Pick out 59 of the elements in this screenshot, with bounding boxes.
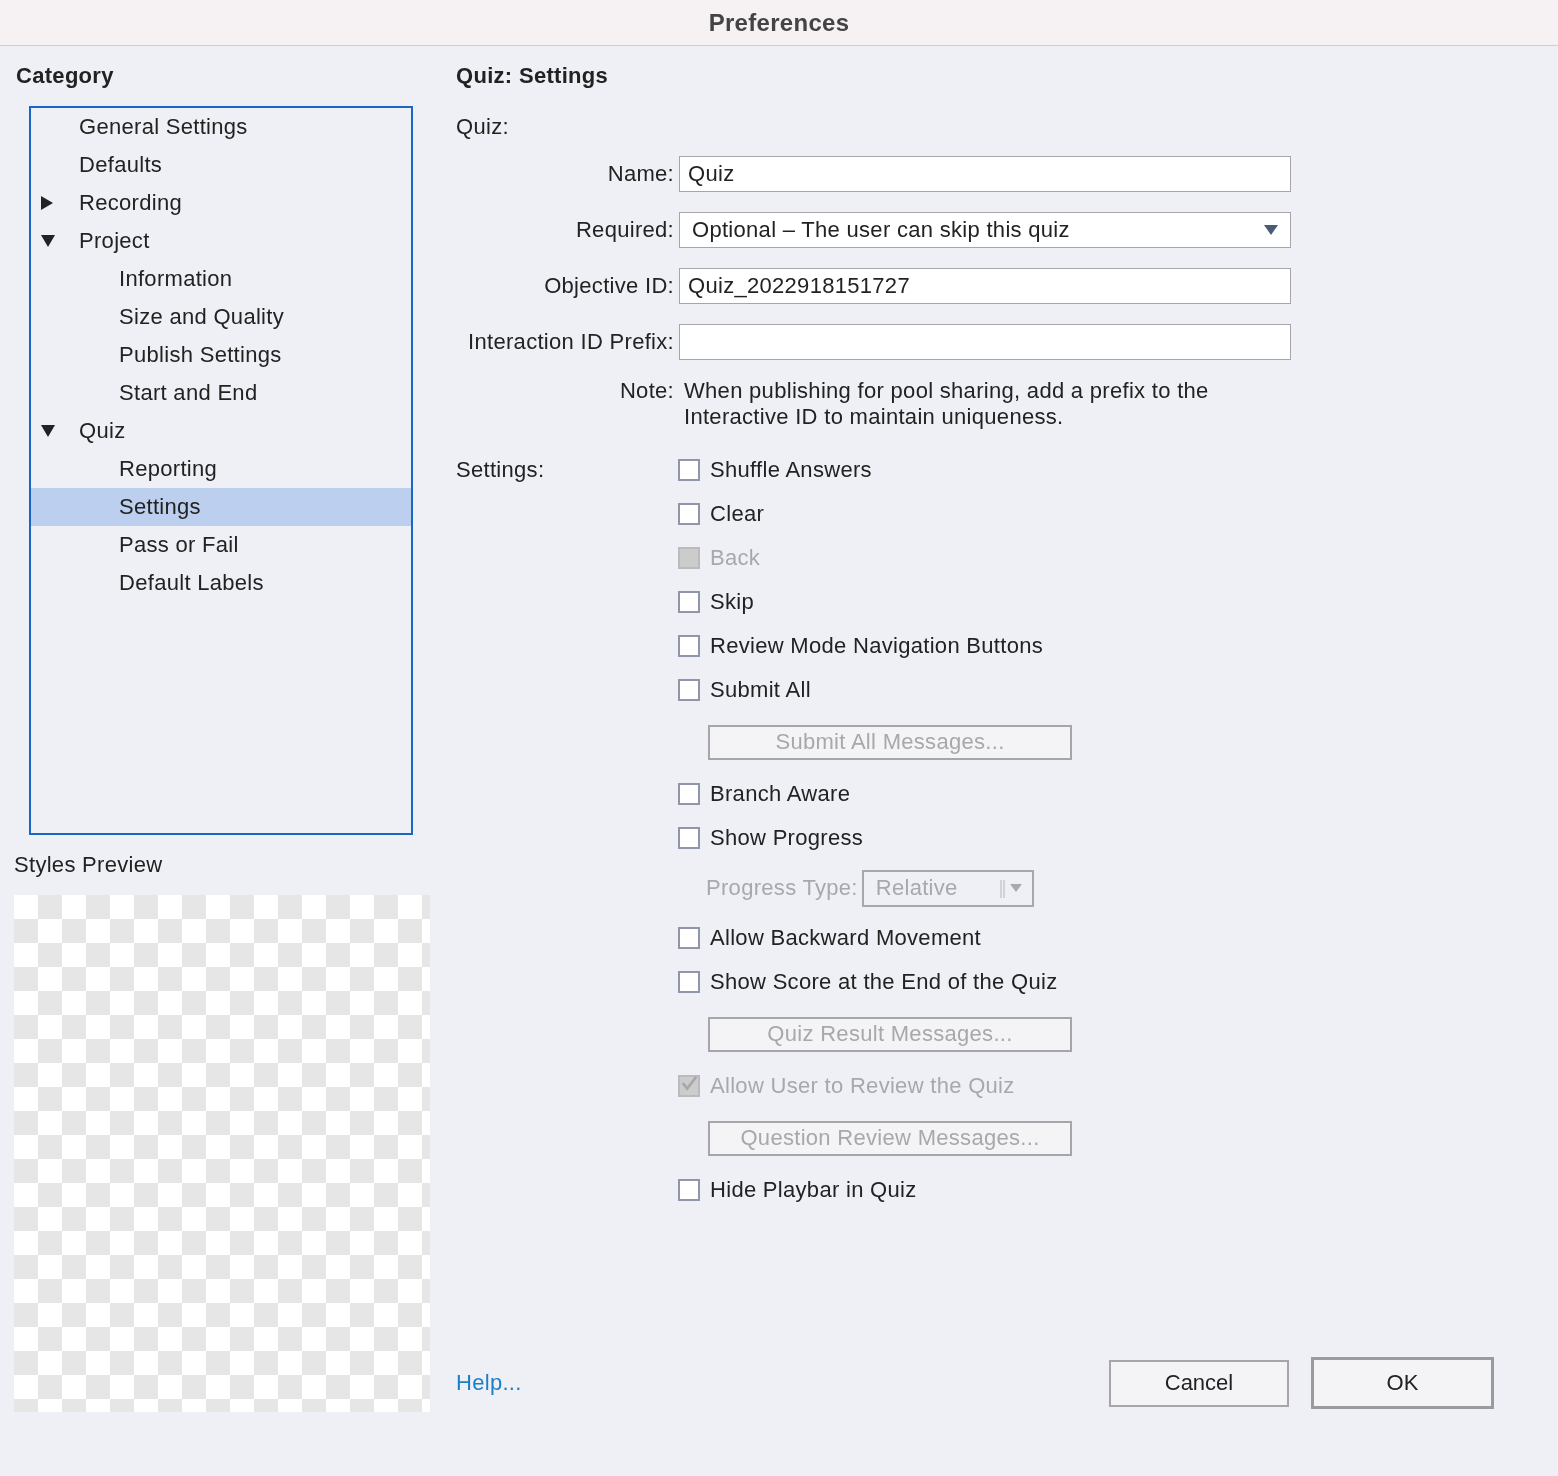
tree-item[interactable]: Quiz bbox=[31, 412, 411, 450]
tree-item[interactable]: Default Labels bbox=[31, 564, 411, 602]
field-label: Name: bbox=[606, 161, 674, 187]
tree-item[interactable]: Pass or Fail bbox=[31, 526, 411, 564]
checkbox[interactable] bbox=[678, 827, 700, 849]
checkbox-label: Allow Backward Movement bbox=[710, 925, 981, 951]
checkbox-label: Show Score at the End of the Quiz bbox=[710, 969, 1058, 995]
field-label: Interaction ID Prefix: bbox=[467, 329, 674, 355]
checkbox[interactable] bbox=[678, 971, 700, 993]
tree-item[interactable]: Information bbox=[31, 260, 411, 298]
checkbox-label: Shuffle Answers bbox=[710, 457, 872, 483]
window-title: Preferences bbox=[708, 8, 850, 37]
tree-item[interactable]: Start and End bbox=[31, 374, 411, 412]
preview-label: Styles Preview bbox=[14, 851, 164, 879]
checkbox[interactable] bbox=[678, 1179, 700, 1201]
tree-item[interactable]: Project bbox=[31, 222, 411, 260]
text-field[interactable]: Quiz bbox=[679, 156, 1291, 192]
tree-item[interactable]: Settings bbox=[31, 488, 411, 526]
ok-button[interactable]: OK bbox=[1311, 1357, 1494, 1409]
checkbox[interactable] bbox=[678, 459, 700, 481]
checkbox[interactable] bbox=[678, 679, 700, 701]
text-field[interactable]: Quiz_2022918151727 bbox=[679, 268, 1291, 304]
required-dropdown[interactable]: Optional – The user can skip this quiz bbox=[679, 212, 1291, 248]
collapse-arrow-icon bbox=[41, 425, 55, 437]
checkbox-label: Back bbox=[710, 545, 761, 571]
tree-item[interactable]: Size and Quality bbox=[31, 298, 411, 336]
checkbox[interactable] bbox=[678, 591, 700, 613]
checkbox-label: Submit All bbox=[710, 677, 811, 703]
checkbox-label: Review Mode Navigation Buttons bbox=[710, 633, 1044, 659]
note-label: Note: bbox=[618, 378, 674, 405]
checkbox-label: Branch Aware bbox=[710, 781, 851, 807]
field-label: Objective ID: bbox=[543, 273, 674, 299]
checkbox-label: Hide Playbar in Quiz bbox=[710, 1177, 917, 1203]
checkbox-label: Show Progress bbox=[710, 825, 864, 851]
checkbox[interactable] bbox=[678, 503, 700, 525]
tree-item[interactable]: Reporting bbox=[31, 450, 411, 488]
checkbox[interactable] bbox=[678, 783, 700, 805]
dropdown-label: Progress Type: bbox=[706, 875, 858, 901]
checkbox[interactable] bbox=[678, 635, 700, 657]
tree-item[interactable]: Recording bbox=[31, 184, 411, 222]
collapse-arrow-icon bbox=[41, 235, 55, 247]
dropdown-arrow-icon bbox=[1264, 225, 1278, 235]
note-text: When publishing for pool sharing, add a prefix to the Interactive ID to maintain uniqueness. bbox=[684, 378, 1210, 430]
tree-item[interactable]: Defaults bbox=[31, 146, 411, 184]
field-label: Required: bbox=[574, 217, 674, 243]
cancel-button[interactable]: Cancel bbox=[1109, 1359, 1289, 1407]
category-heading: Category bbox=[15, 62, 115, 90]
panel-title: Quiz: Settings bbox=[456, 62, 610, 90]
checkbox-label: Skip bbox=[710, 589, 754, 615]
tree-item[interactable]: Publish Settings bbox=[31, 336, 411, 374]
checkbox[interactable] bbox=[678, 927, 700, 949]
checkbox-label: Clear bbox=[710, 501, 765, 527]
help-link[interactable]: Help... bbox=[456, 1370, 522, 1396]
checkbox-label: Allow User to Review the Quiz bbox=[710, 1073, 1015, 1099]
settings-label: Settings: bbox=[456, 456, 546, 484]
section-label: Quiz: bbox=[456, 113, 510, 141]
tree-item[interactable]: General Settings bbox=[31, 108, 411, 146]
text-field[interactable] bbox=[679, 324, 1291, 360]
expand-arrow-icon bbox=[41, 196, 53, 210]
